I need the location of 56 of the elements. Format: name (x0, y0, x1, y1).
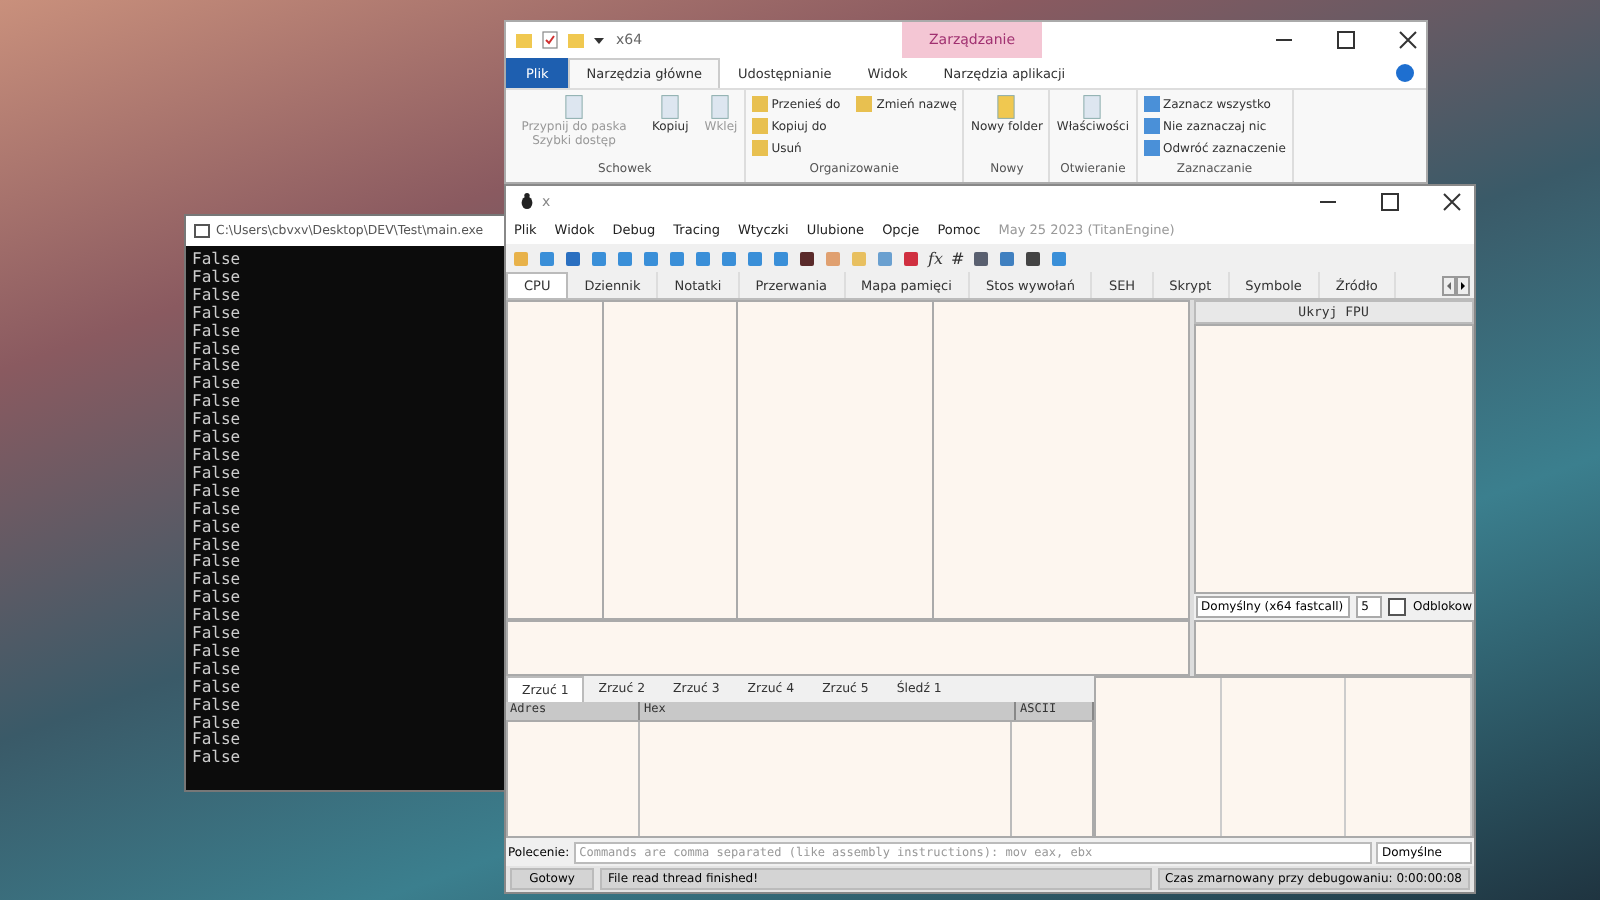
folder-icon (514, 30, 534, 50)
scroll-left-icon[interactable] (1442, 275, 1456, 295)
console-icon (194, 224, 210, 238)
square-icon (751, 140, 768, 156)
console-line: False (192, 252, 243, 269)
console-line: False (192, 643, 243, 661)
console-line: False (192, 608, 243, 625)
console-line: False (192, 519, 243, 537)
console-line: False (192, 554, 243, 571)
help-icon[interactable] (1396, 64, 1414, 82)
square-icon (1143, 118, 1159, 134)
console-line: False (192, 305, 243, 323)
checkbox[interactable] (1388, 598, 1407, 616)
checklist-icon[interactable] (540, 30, 560, 50)
console-line: False (192, 394, 243, 411)
square-icon (856, 96, 873, 112)
console-line: False (192, 412, 243, 429)
console-line: False (192, 376, 243, 393)
scroll-right-icon[interactable] (1456, 275, 1470, 295)
console-line: False (192, 501, 243, 519)
console-line: False (192, 447, 243, 465)
square-icon (1143, 140, 1159, 156)
console-line: False (192, 483, 243, 501)
toolbar-button[interactable]: fx (928, 249, 943, 267)
console-line: False (192, 537, 243, 553)
console-line: False (192, 287, 243, 305)
console-line: False (192, 732, 243, 749)
toolbar-button[interactable]: # (950, 249, 965, 267)
folder-icon (994, 94, 1019, 120)
caret-icon[interactable] (592, 34, 606, 46)
console-line: False (192, 661, 243, 679)
console-line: False (192, 269, 243, 287)
document-icon (1080, 94, 1105, 120)
document-icon (658, 94, 683, 120)
console-line: False (192, 750, 243, 769)
document-icon (562, 94, 586, 120)
console-line: False (192, 715, 243, 732)
console-line: False (192, 697, 243, 715)
document-icon (708, 94, 733, 120)
maximize-icon[interactable] (1336, 30, 1356, 50)
square-icon (751, 96, 768, 112)
console-line: False (192, 572, 243, 589)
bug-icon (518, 192, 536, 210)
console-line: False (192, 430, 243, 447)
maximize-icon[interactable] (1380, 191, 1400, 211)
console-line: False (192, 590, 243, 607)
console-line: False (192, 679, 243, 697)
console-line: False (192, 626, 243, 643)
console-line: False (192, 465, 243, 483)
square-icon (1143, 96, 1159, 112)
console-line: False (192, 358, 243, 375)
console-line: False (192, 323, 243, 341)
console-line: False (192, 341, 243, 358)
square-icon (751, 118, 768, 134)
close-icon[interactable] (1398, 30, 1418, 50)
close-icon[interactable] (1442, 191, 1462, 211)
